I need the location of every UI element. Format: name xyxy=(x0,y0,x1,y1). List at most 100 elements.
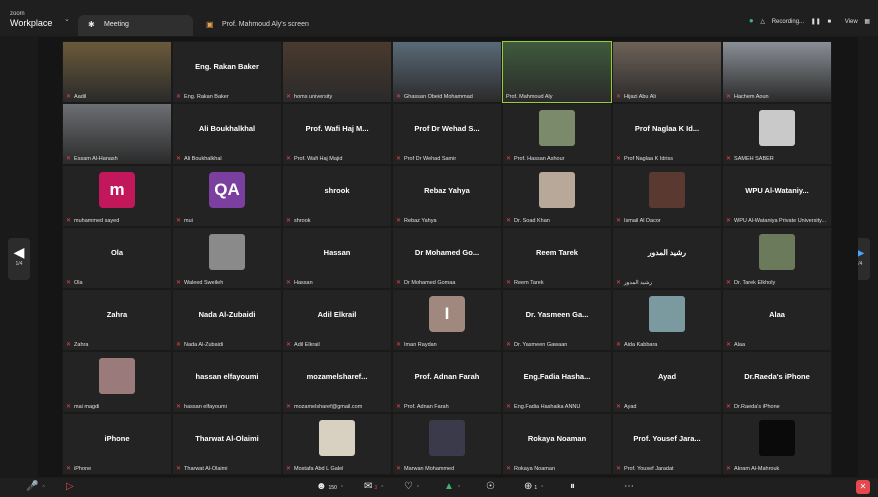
participant-display-name: Rokaya Noaman xyxy=(527,434,587,443)
more-button[interactable]: ⋯ xyxy=(624,481,634,493)
participant-tile[interactable]: Ayad ✕ Ayad xyxy=(612,351,722,413)
participant-display-name: Ali Boukhalkhal xyxy=(198,124,256,133)
participant-tile[interactable]: Tharwat Al-Olaimi ✕ Tharwat Al-Olaimi xyxy=(172,413,282,475)
participant-tile[interactable]: ✕ SAMEH SABER xyxy=(722,103,832,165)
participant-tile[interactable]: ✕ Waleed Sweileh xyxy=(172,227,282,289)
participant-tile[interactable]: ✕ Ghassan Obeid Mohammad xyxy=(392,41,502,103)
participant-photo xyxy=(759,420,795,456)
record-controls-button[interactable]: ⏸ xyxy=(570,481,575,493)
participant-name: mai magdi xyxy=(74,404,100,410)
participant-tile[interactable]: ✕ Akram Al-Mahrouk xyxy=(722,413,832,475)
participant-tile[interactable]: Rokaya Noaman ✕ Rokaya Noaman xyxy=(502,413,612,475)
participant-tile[interactable]: Dr. Yasmeen Ga... ✕ Dr. Yasmeen Gawaan xyxy=(502,289,612,351)
recording-icon: △ xyxy=(760,19,766,25)
participant-tile[interactable]: mozamelsharef... ✕ mozamelsharef@gmail.com xyxy=(282,351,392,413)
participant-tile[interactable]: Nada Al-Zubaidi ✕ Nada Al-Zubaidi xyxy=(172,289,282,351)
participant-tile[interactable]: Zahra ✕ Zahra xyxy=(62,289,172,351)
participant-tile[interactable]: ✕ Dr. Soad Khan xyxy=(502,165,612,227)
microphone-muted-icon[interactable]: 🎤 ⌃ xyxy=(26,481,46,494)
share-screen-button[interactable]: ▲ ⌃ xyxy=(444,481,461,494)
participant-tile[interactable]: ✕ Ismail Al Dacor xyxy=(612,165,722,227)
participant-tile[interactable]: ✕ homs university xyxy=(282,41,392,103)
participants-button[interactable]: ☻ 150 ⌃ xyxy=(316,481,344,494)
participant-tile[interactable]: ✕ Aadil xyxy=(62,41,172,103)
tab-shared-screen[interactable]: ▣ Prof. Mahmoud Aly's screen xyxy=(196,15,316,36)
participant-tile[interactable]: Prof Naglaa K Id... ✕ Prof Naglaa K Idriss xyxy=(612,103,722,165)
app-brand: zoom Workplace xyxy=(10,10,52,28)
participant-display-name: Eng.Fadia Hasha... xyxy=(523,372,591,381)
chat-button[interactable]: ✉ 3 ⌃ xyxy=(364,481,384,494)
participant-tile[interactable]: ✕ Marwan Mohammed xyxy=(392,413,502,475)
participant-tile[interactable]: رشيد المدور ✕ رشيد المدور xyxy=(612,227,722,289)
participant-tile[interactable]: ✕ Hachem Aoun xyxy=(722,41,832,103)
pause-recording-icon[interactable]: ❚❚ xyxy=(811,19,821,25)
participant-tile[interactable]: Eng. Rakan Baker ✕ Eng. Rakan Baker xyxy=(172,41,282,103)
tab-meeting[interactable]: ✱ Meeting xyxy=(78,15,193,36)
participant-tile[interactable]: Prof. Yousef Jara... ✕ Prof. Yousef Jarada… xyxy=(612,413,722,475)
muted-mic-icon: ✕ xyxy=(506,404,512,410)
participant-tile[interactable]: Reem Tarek ✕ Reem Tarek xyxy=(502,227,612,289)
participant-display-name: Nada Al-Zubaidi xyxy=(198,310,256,319)
reactions-button[interactable]: ♡ ⌃ xyxy=(404,481,420,494)
title-bar: zoom Workplace ⌄ ✱ Meeting ▣ Prof. Mahmo… xyxy=(0,0,878,36)
participant-display-name: Ayad xyxy=(657,372,677,381)
participant-display-name: Hassan xyxy=(323,248,351,257)
shield-icon[interactable]: ● xyxy=(749,16,754,25)
participant-tile[interactable]: ✕ Prof. Hassan Ashour xyxy=(502,103,612,165)
avatar: QA xyxy=(209,172,245,208)
participant-name: Iman Raydan xyxy=(404,342,437,348)
participant-tile[interactable]: shrook ✕ shrook xyxy=(282,165,392,227)
camera-off-icon[interactable]: ▷ xyxy=(66,481,74,493)
participant-tile[interactable]: Alaa ✕ Alaa xyxy=(722,289,832,351)
apps-button[interactable]: ⊕ 1 ⌃ xyxy=(524,481,544,494)
participant-tile[interactable]: Ali Boukhalkhal ✕ Ali Boukhalkhal xyxy=(172,103,282,165)
previous-page-button[interactable]: ◀ 1/4 xyxy=(8,238,30,280)
participant-photo xyxy=(429,420,465,456)
participant-label: Prof. Mahmoud Aly xyxy=(506,94,608,100)
participant-tile[interactable]: Prof. Adnan Farah ✕ Prof. Adnan Farah xyxy=(392,351,502,413)
end-meeting-button[interactable]: ✕ xyxy=(856,480,870,494)
participant-tile[interactable]: Hassan ✕ Hassan xyxy=(282,227,392,289)
participant-tile[interactable]: Ola ✕ Ola xyxy=(62,227,172,289)
heart-icon: ♡ xyxy=(404,481,413,492)
participant-tile[interactable]: Eng.Fadia Hasha... ✕ Eng.Fadia Hashaika AN… xyxy=(502,351,612,413)
participant-tile[interactable]: iPhone ✕ iPhone xyxy=(62,413,172,475)
participant-tile[interactable]: ✕ Mostafa Abd L Galel xyxy=(282,413,392,475)
participant-tile[interactable]: I ✕ Iman Raydan xyxy=(392,289,502,351)
participant-label: ✕ Prof. Wafi Haj Majid xyxy=(286,155,388,162)
participant-tile[interactable]: QA ✕ mui xyxy=(172,165,282,227)
avatar: I xyxy=(429,296,465,332)
participant-label: ✕ Ayad xyxy=(616,403,718,410)
participant-tile[interactable]: ✕ mai magdi xyxy=(62,351,172,413)
participant-tile[interactable]: Prof. Mahmoud Aly xyxy=(502,41,612,103)
participant-name: mui xyxy=(184,218,193,224)
stop-recording-icon[interactable]: ■ xyxy=(827,19,831,25)
participant-name: Rokaya Noaman xyxy=(514,466,555,472)
participant-tile[interactable]: ✕ Essam Al-Hanash xyxy=(62,103,172,165)
participant-tile[interactable]: m ✕ muhammed sayed xyxy=(62,165,172,227)
participant-label: ✕ Dr. Tarek Elkholy xyxy=(726,279,828,286)
participant-tile[interactable]: Rebaz Yahya ✕ Rebaz Yahya xyxy=(392,165,502,227)
participant-tile[interactable]: Dr.Raeda's iPhone ✕ Dr.Raeda's iPhone xyxy=(722,351,832,413)
participant-tile[interactable]: Dr Mohamed Go... ✕ Dr Mohamed Gomaa xyxy=(392,227,502,289)
participant-label: ✕ Waleed Sweileh xyxy=(176,279,278,286)
participant-name: Mostafa Abd L Galel xyxy=(294,466,344,472)
pause-stop-icon: ⏸ xyxy=(570,481,575,492)
participant-display-name: shrook xyxy=(324,186,350,195)
participant-tile[interactable]: ✕ Aida Kabbara xyxy=(612,289,722,351)
security-button[interactable]: ☉ xyxy=(486,481,495,493)
participant-tile[interactable]: Prof Dr Wehad S... ✕ Prof Dr Wehad Samir xyxy=(392,103,502,165)
view-button[interactable]: View xyxy=(845,19,858,25)
chevron-down-icon[interactable]: ⌄ xyxy=(64,15,70,23)
muted-mic-icon: ✕ xyxy=(66,218,72,224)
participant-tile[interactable]: ✕ Hijazi Abu Ali xyxy=(612,41,722,103)
participant-tile[interactable]: hassan elfayoumi ✕ hassan elfayoumi xyxy=(172,351,282,413)
muted-mic-icon: ✕ xyxy=(396,94,402,100)
participant-tile[interactable]: ✕ Dr. Tarek Elkholy xyxy=(722,227,832,289)
participant-name: iPhone xyxy=(74,466,92,472)
participant-tile[interactable]: Prof. Wafi Haj M... ✕ Prof. Wafi Haj Majid xyxy=(282,103,392,165)
participant-tile[interactable]: WPU Al-Wataniy... ✕ WPU Al-Wataniya Privat… xyxy=(722,165,832,227)
avatar: m xyxy=(99,172,135,208)
participant-name: Prof. Yousef Jaradat xyxy=(624,466,674,472)
participant-tile[interactable]: Adil Elkrail ✕ Adil Elkrail xyxy=(282,289,392,351)
